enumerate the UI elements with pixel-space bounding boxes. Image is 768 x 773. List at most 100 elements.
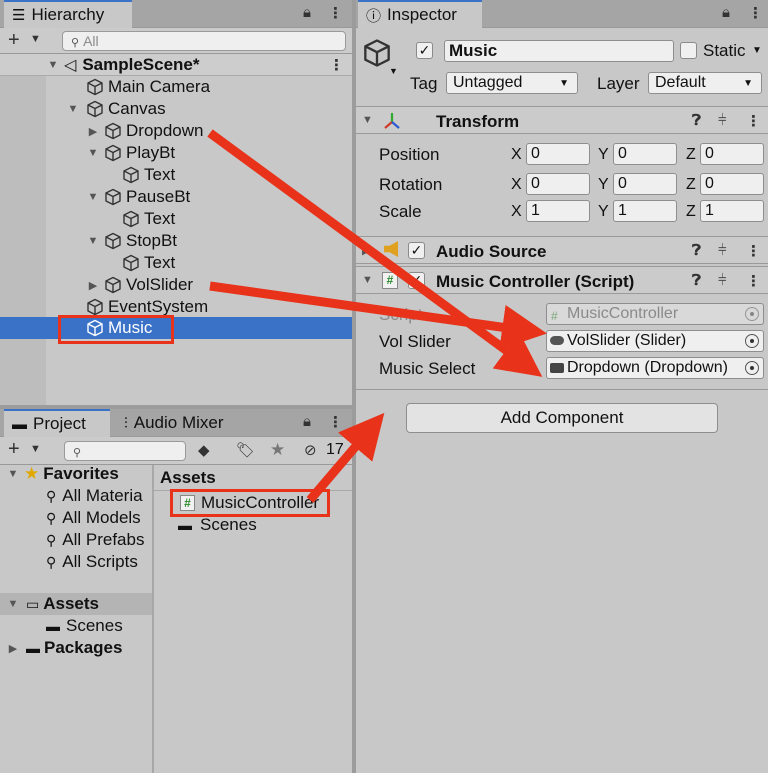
help-icon[interactable]: ❓︎	[692, 272, 701, 289]
vol-slider-field[interactable]: VolSlider (Slider)	[546, 330, 764, 352]
expand-triangle-icon[interactable]: ▼	[86, 191, 100, 203]
preset-sliders-icon[interactable]: ⫩	[718, 272, 727, 289]
expand-triangle-icon[interactable]: ▼	[66, 103, 80, 115]
hierarchy-item-text[interactable]: Text	[122, 164, 175, 186]
tab-inspector-label: Inspector	[387, 5, 457, 24]
collapsed-triangle-icon[interactable]: ▶	[86, 279, 100, 292]
expand-triangle-icon[interactable]: ▼	[362, 114, 373, 126]
chevron-down-icon[interactable]: ▼	[30, 33, 41, 45]
expand-triangle-icon[interactable]: ▼	[6, 598, 20, 610]
active-checkbox[interactable]: ✓	[416, 42, 433, 59]
tab-project-label: Project	[33, 414, 86, 433]
music-select-field[interactable]: Dropdown (Dropdown)	[546, 357, 764, 379]
scenes-tree-item[interactable]: ▬ Scenes	[46, 615, 123, 637]
chevron-down-icon[interactable]: ▼	[30, 443, 41, 455]
more-menu-icon[interactable]: ⋮	[328, 413, 343, 431]
assets-header: Assets	[160, 468, 216, 487]
tab-audio-mixer-label: Audio Mixer	[133, 413, 224, 432]
tab-hierarchy[interactable]: ☰ Hierarchy	[4, 0, 132, 28]
component-more-icon[interactable]: ⋮	[746, 242, 761, 260]
audio-source-enabled-checkbox[interactable]: ✓	[408, 242, 425, 259]
rotation-x-field[interactable]: 0	[526, 173, 590, 195]
hierarchy-item-pausebt[interactable]: ▼ PauseBt	[86, 186, 191, 208]
favorites-header[interactable]: ▼ ★ Favorites	[6, 463, 119, 485]
more-menu-icon[interactable]: ⋮	[748, 4, 763, 22]
help-icon[interactable]: ❓︎	[692, 112, 701, 129]
hierarchy-item-volslider[interactable]: ▶ VolSlider	[86, 274, 193, 296]
collapsed-triangle-icon[interactable]: ▶	[362, 244, 370, 257]
expand-triangle-icon[interactable]: ▼	[86, 235, 100, 247]
tab-project[interactable]: ▬ Project	[4, 409, 110, 437]
transform-header[interactable]	[356, 106, 768, 134]
scene-more-icon[interactable]: ⋮	[329, 56, 344, 74]
object-name-field[interactable]: Music	[444, 40, 674, 62]
component-more-icon[interactable]: ⋮	[746, 112, 761, 130]
hierarchy-item-text[interactable]: Text	[122, 252, 175, 274]
hierarchy-search-input[interactable]: ⚲ All	[62, 31, 346, 51]
preset-sliders-icon[interactable]: ⫩	[718, 112, 727, 129]
add-plus-icon[interactable]: +	[8, 438, 20, 461]
hierarchy-item-playbt[interactable]: ▼ PlayBt	[86, 142, 176, 164]
tab-inspector[interactable]: ⓘ Inspector	[358, 0, 482, 28]
tab-audio-mixer[interactable]: ⫶ Audio Mixer	[116, 409, 232, 437]
hidden-packages-icon[interactable]: ⊘	[304, 441, 317, 459]
position-x-field[interactable]: 0	[526, 143, 590, 165]
favorite-item[interactable]: ⚲ All Scripts	[46, 551, 138, 573]
music-controller-enabled-checkbox[interactable]: ✓	[408, 272, 425, 289]
hierarchy-item-dropdown[interactable]: ▶ Dropdown	[86, 120, 204, 142]
collapsed-triangle-icon[interactable]: ▶	[6, 642, 20, 655]
collapsed-triangle-icon[interactable]: ▶	[86, 125, 100, 138]
hierarchy-item-stopbt[interactable]: ▼ StopBt	[86, 230, 178, 252]
hierarchy-item-main-camera[interactable]: Main Camera	[86, 76, 210, 98]
component-more-icon[interactable]: ⋮	[746, 272, 761, 290]
tag-dropdown[interactable]: Untagged ▼	[446, 72, 578, 94]
lock-icon[interactable]: 🔒︎	[303, 4, 311, 21]
lock-icon[interactable]: 🔒︎	[303, 413, 311, 430]
scale-z-field[interactable]: 1	[700, 200, 764, 222]
object-picker-icon[interactable]	[745, 361, 759, 375]
favorite-item[interactable]: ⚲ All Prefabs	[46, 529, 144, 551]
position-y-field[interactable]: 0	[613, 143, 677, 165]
preset-sliders-icon[interactable]: ⫩	[718, 242, 727, 259]
csharp-script-icon: #	[551, 309, 558, 323]
expand-triangle-icon[interactable]: ▼	[86, 147, 100, 159]
folder-icon: ▬	[12, 415, 27, 433]
scene-header[interactable]: ▼ ◁ SampleScene*	[46, 54, 200, 76]
add-component-button[interactable]: Add Component	[406, 403, 718, 433]
scale-x-field[interactable]: 1	[526, 200, 590, 222]
open-folder-icon: ▭	[26, 595, 40, 612]
search-placeholder: All	[83, 33, 99, 49]
expand-triangle-icon[interactable]: ▼	[362, 274, 373, 286]
asset-item-scenes[interactable]: ▬ Scenes	[178, 514, 257, 536]
hierarchy-item-canvas[interactable]: ▼ Canvas	[66, 98, 166, 120]
slider-component-icon	[550, 336, 564, 345]
scale-y-field[interactable]: 1	[613, 200, 677, 222]
object-picker-icon[interactable]	[745, 334, 759, 348]
axis-y-label: Y	[598, 203, 609, 220]
static-dropdown-arrow[interactable]: ▼	[752, 45, 762, 56]
rotation-y-field[interactable]: 0	[613, 173, 677, 195]
more-menu-icon[interactable]: ⋮	[328, 4, 343, 22]
add-plus-icon[interactable]: +	[8, 29, 20, 52]
gameobject-cube-icon	[104, 188, 122, 206]
hierarchy-item-label: Text	[144, 209, 176, 228]
static-checkbox[interactable]	[680, 42, 697, 59]
position-z-field[interactable]: 0	[700, 143, 764, 165]
hierarchy-item-text[interactable]: Text	[122, 208, 175, 230]
help-icon[interactable]: ❓︎	[692, 242, 701, 259]
favorite-star-icon[interactable]: ★	[270, 440, 285, 460]
icon-dropdown-arrow[interactable]: ▼	[389, 66, 398, 76]
lock-icon[interactable]: 🔒︎	[722, 4, 730, 21]
rotation-z-field[interactable]: 0	[700, 173, 764, 195]
expand-triangle-icon[interactable]: ▼	[6, 468, 20, 480]
selected-row-highlight[interactable]	[0, 317, 352, 339]
packages-tree-item[interactable]: ▶ ▬ Packages	[6, 637, 123, 659]
expand-triangle-icon[interactable]: ▼	[46, 59, 60, 71]
favorite-item[interactable]: ⚲ All Materia	[46, 485, 143, 507]
layer-dropdown[interactable]: Default ▼	[648, 72, 762, 94]
filter-by-type-icon[interactable]: ◆	[198, 441, 210, 459]
favorite-item[interactable]: ⚲ All Models	[46, 507, 141, 529]
assets-tree-item[interactable]: ▼ ▭ Assets	[6, 593, 99, 615]
project-search-input[interactable]: ⚲	[64, 441, 186, 461]
filter-by-label-icon[interactable]: 🏷︎	[236, 441, 255, 459]
